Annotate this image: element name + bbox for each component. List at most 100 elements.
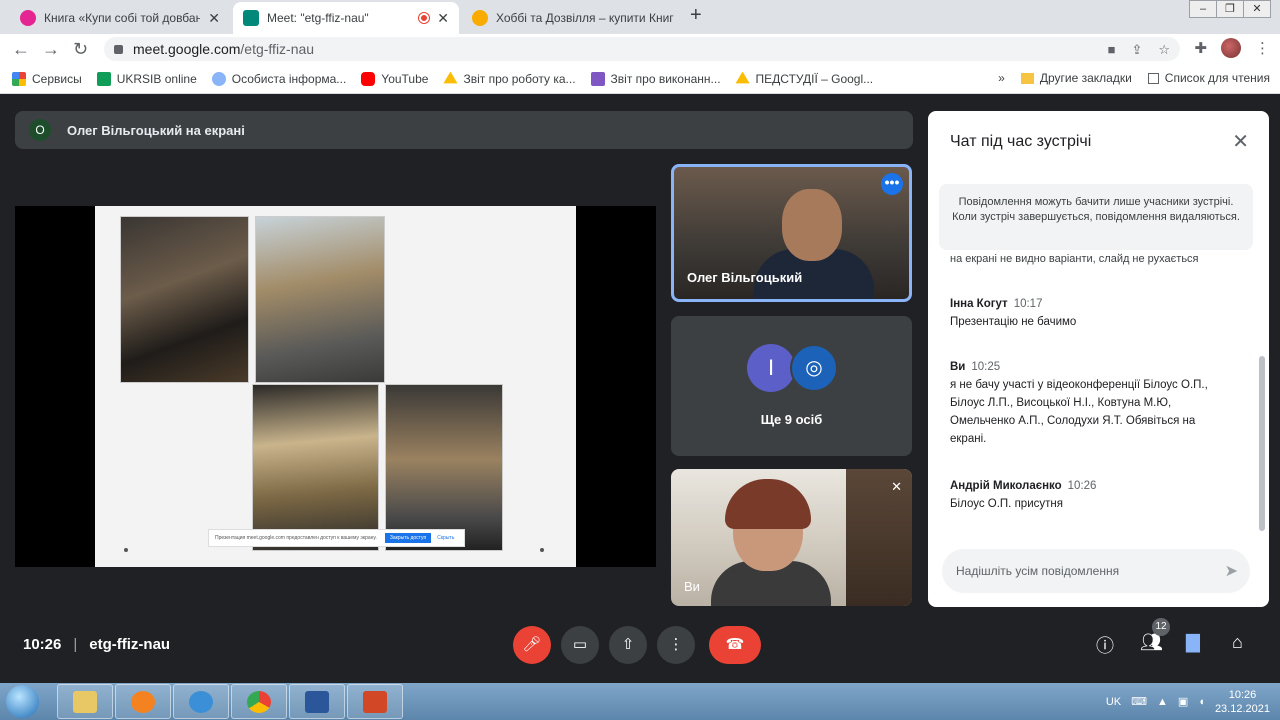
volume-icon[interactable]: ◖	[1198, 696, 1205, 708]
tile-more-options-icon[interactable]: •••	[881, 173, 903, 195]
chat-title: Чат під час зустрічі	[950, 133, 1092, 150]
participant-tile-presenter[interactable]: ••• Олег Вільгоцький	[671, 164, 912, 302]
chat-icon[interactable]: ▇	[1186, 632, 1200, 653]
powerpoint-icon	[363, 691, 387, 713]
bookmark-personal-info[interactable]: Особиста інформа...	[211, 71, 346, 86]
send-icon[interactable]: ➤	[1225, 561, 1238, 581]
cloud-icon	[211, 71, 226, 86]
meeting-code: etg-ffiz-nau	[89, 636, 171, 653]
participant-video	[782, 189, 842, 261]
close-window-icon[interactable]: ✕	[1243, 0, 1271, 18]
window-controls: – ❐ ✕	[1189, 0, 1271, 20]
maximize-icon[interactable]: ❐	[1216, 0, 1244, 18]
profile-avatar[interactable]	[1221, 38, 1241, 58]
chat-notice: Повідомлення можуть бачити лише учасники…	[939, 184, 1253, 250]
bookmark-services[interactable]: Сервисы	[12, 71, 82, 86]
bookmarks-right: » Другие закладки Список для чтения	[998, 71, 1270, 85]
system-clock[interactable]: 10:26 23.12.2021	[1215, 688, 1270, 716]
slide-dot	[124, 548, 128, 552]
recording-indicator-icon	[419, 13, 430, 23]
keyboard-icon[interactable]: ⌨	[1131, 695, 1147, 708]
drive-icon	[443, 71, 458, 84]
bookmarks-bar: Сервисы UKRSIB online Особиста інформа..…	[0, 64, 1280, 94]
meeting-details-icon[interactable]: ⓘ	[1096, 632, 1114, 658]
lamp-photo-4	[385, 384, 503, 551]
star-icon[interactable]: ☆	[1158, 42, 1170, 58]
mic-off-button[interactable]: 🎤︎	[513, 626, 551, 664]
apps-grid-icon	[12, 71, 26, 86]
bookmark-pedstudii[interactable]: ПЕДСТУДІЇ – Googl...	[735, 71, 873, 86]
language-indicator[interactable]: UK	[1106, 696, 1121, 708]
bank-icon	[96, 71, 111, 86]
presentation-stage: Презентация meet.google.com предоставлен…	[15, 206, 656, 567]
leave-call-button[interactable]: ☎	[709, 626, 761, 664]
tab-close-icon[interactable]: ✕	[208, 10, 220, 27]
tab-hobby[interactable]: Хоббі та Дозвілля – купити Книг	[462, 2, 684, 34]
participants-count-badge: 12	[1152, 618, 1170, 636]
taskbar-chrome[interactable]	[231, 684, 287, 719]
presenter-avatar: О	[29, 119, 51, 141]
minimize-icon[interactable]: –	[1189, 0, 1217, 18]
word-icon	[305, 691, 329, 713]
url-omnibox[interactable]: meet.google.com/etg-ffiz-nau	[104, 37, 1180, 61]
taskbar-word[interactable]	[289, 684, 345, 719]
taskbar-ie[interactable]	[173, 684, 229, 719]
bookmark-report-2[interactable]: Звіт про виконанн...	[590, 71, 721, 86]
start-button[interactable]	[2, 683, 42, 720]
bookmarks-overflow-button[interactable]: »	[998, 71, 1005, 85]
slide-dot	[540, 548, 544, 552]
chat-message: Інна Когут 10:17 Презентацію не бачимо	[950, 298, 1077, 328]
chat-panel: Чат під час зустрічі ✕ Повідомлення можу…	[928, 111, 1269, 607]
lamp-photo-1	[120, 216, 249, 383]
taskbar-powerpoint[interactable]	[347, 684, 403, 719]
taskbar-media[interactable]	[115, 684, 171, 719]
menu-dots-icon[interactable]: ⋮	[1255, 39, 1270, 57]
hide-notice-button[interactable]: Скрыть	[437, 535, 454, 541]
network-icon[interactable]: ▣	[1178, 695, 1188, 708]
reload-icon[interactable]: ↻	[73, 39, 88, 60]
chat-scrollbar[interactable]	[1259, 356, 1265, 531]
more-options-button[interactable]: ⋮	[657, 626, 695, 664]
participant-name: Ви	[684, 579, 700, 594]
puzzle-icon[interactable]: ✚	[1194, 39, 1207, 57]
chat-message-input[interactable]: Надішліть усім повідомлення ➤	[942, 549, 1250, 593]
chrome-icon	[247, 691, 271, 713]
stop-sharing-button[interactable]: Закрыть доступ	[384, 533, 432, 543]
windows-logo-icon	[6, 685, 39, 718]
lock-icon	[114, 44, 123, 54]
forward-arrow-icon[interactable]: →	[42, 39, 60, 60]
screen-share-notice: Презентация meet.google.com предоставлен…	[208, 529, 465, 547]
chat-message-partial: на екрані не видно варіанти, слайд не ру…	[950, 253, 1199, 265]
participant-video	[725, 479, 811, 529]
participant-tile-others[interactable]: І ◎ Ще 9 осіб	[671, 316, 912, 456]
tab-close-icon[interactable]: ✕	[437, 10, 449, 27]
taskbar-explorer[interactable]	[57, 684, 113, 719]
tab-meet[interactable]: Meet: "etg-ffiz-nau" ✕	[233, 2, 459, 34]
bookmark-report-1[interactable]: Звіт про роботу ка...	[443, 71, 576, 86]
tray-expand-icon[interactable]: ▲	[1157, 696, 1168, 708]
bookmark-youtube[interactable]: YouTube	[361, 71, 428, 86]
dynamo-logo-icon: ◎	[790, 344, 838, 392]
other-bookmarks-folder[interactable]: Другие закладки	[1020, 71, 1132, 85]
back-arrow-icon[interactable]: ←	[12, 39, 30, 60]
windows-taskbar: UK ⌨ ▲ ▣ ◖ 10:26 23.12.2021	[0, 683, 1280, 720]
bookmark-ukrsib[interactable]: UKRSIB online	[96, 71, 197, 86]
camera-button[interactable]: ▭	[561, 626, 599, 664]
new-tab-button[interactable]: +	[690, 4, 702, 27]
share-icon[interactable]: ⇪	[1131, 42, 1142, 58]
close-icon[interactable]: ✕	[1232, 129, 1249, 154]
participant-tile-self[interactable]: ✕ Ви	[671, 469, 912, 606]
presentation-slide: Презентация meet.google.com предоставлен…	[95, 206, 576, 567]
tab-book[interactable]: Книга «Купи собі той довбаний ✕	[10, 2, 230, 34]
reading-list-button[interactable]: Список для чтения	[1147, 71, 1270, 85]
meet-favicon-icon	[243, 10, 259, 26]
meeting-time: 10:26	[23, 636, 62, 653]
folder-icon	[1020, 73, 1034, 85]
browser-tab-bar: Книга «Купи собі той довбаний ✕ Meet: "e…	[0, 0, 1280, 34]
folder-icon	[73, 691, 97, 713]
activities-icon[interactable]: ⌂	[1232, 632, 1243, 653]
presenting-text: Олег Вільгоцький на екрані	[67, 122, 245, 138]
more-participants-label: Ще 9 осіб	[760, 412, 823, 427]
present-screen-button[interactable]: ⇧	[609, 626, 647, 664]
camera-icon[interactable]: ■	[1108, 42, 1116, 58]
